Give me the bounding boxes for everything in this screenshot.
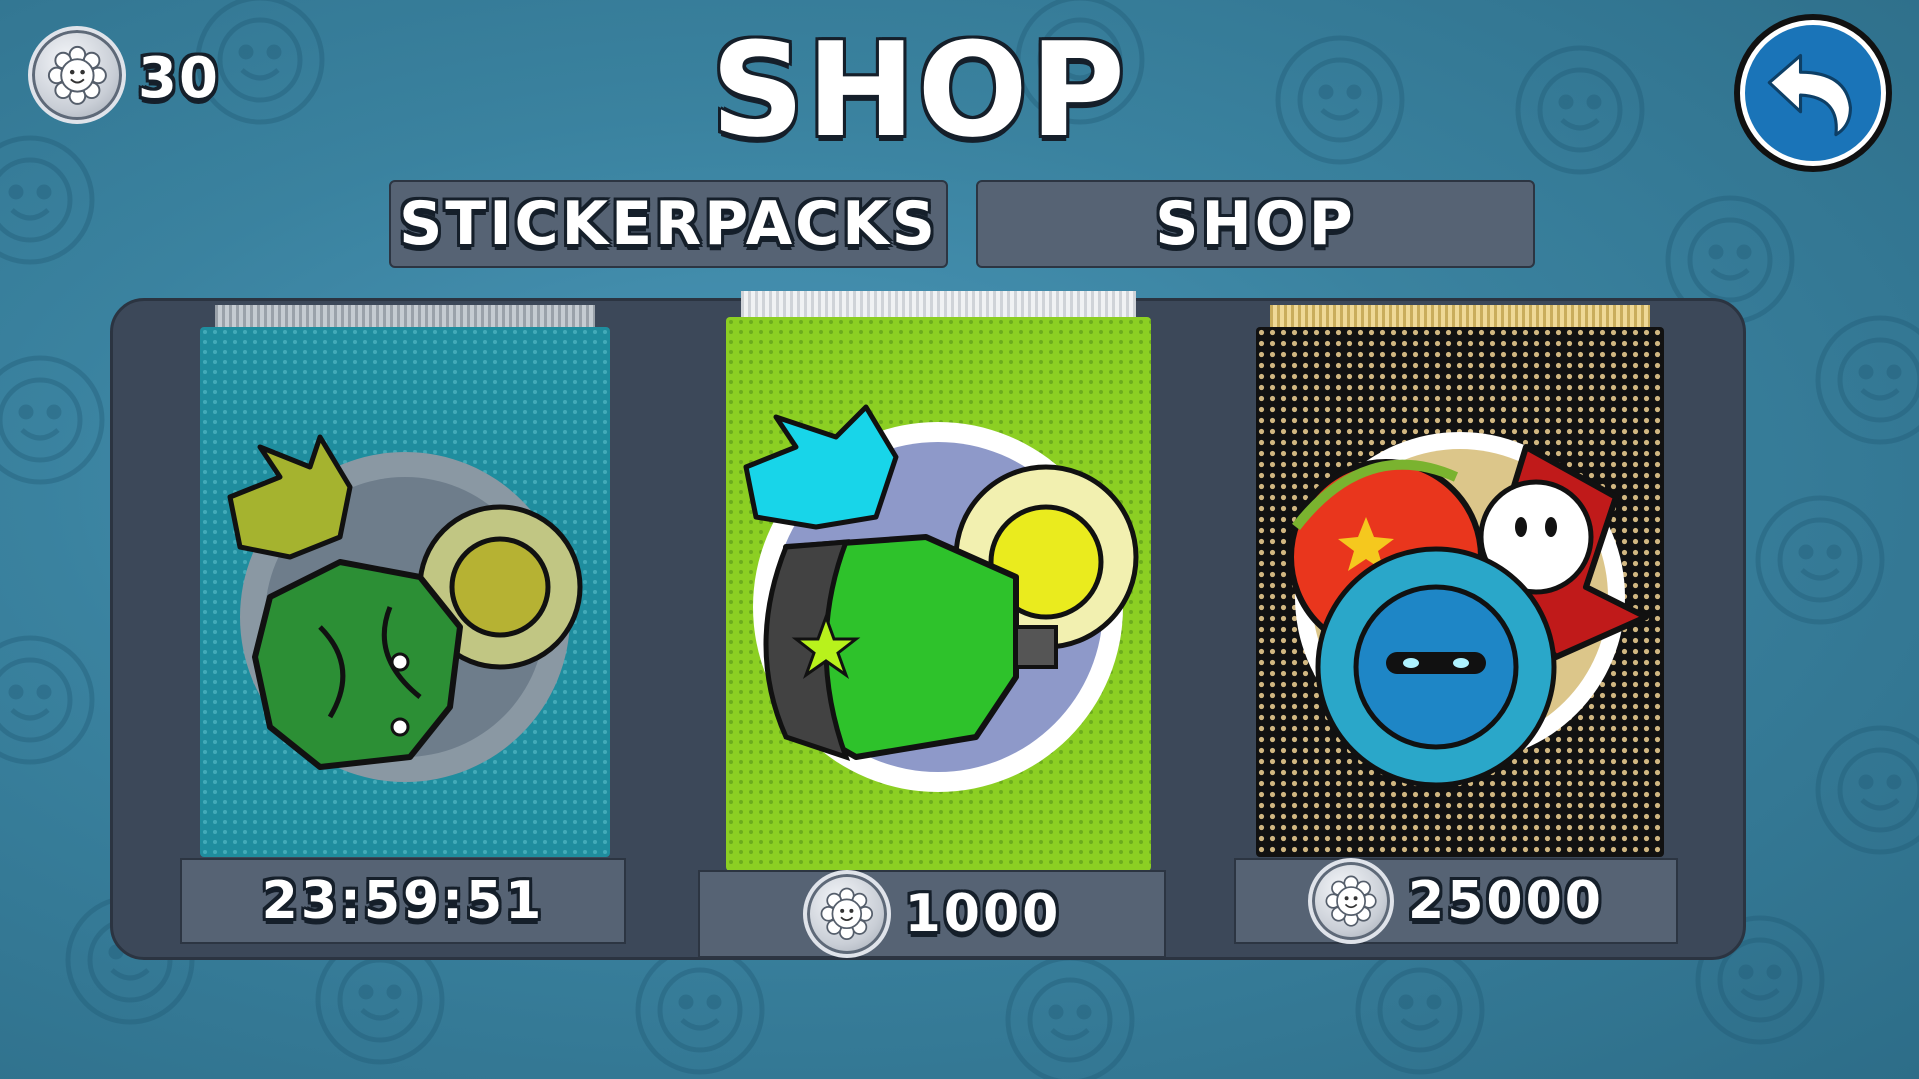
standard-pack[interactable] bbox=[200, 305, 610, 857]
pack-crimp bbox=[741, 291, 1136, 319]
tab-shop[interactable]: SHOP bbox=[976, 180, 1535, 268]
tab-stickerpacks[interactable]: STICKERPACKS bbox=[389, 180, 948, 268]
flower-coin-icon bbox=[1308, 858, 1395, 944]
flower-coin-icon bbox=[802, 870, 891, 958]
pack-timer: 23:59:51 bbox=[180, 858, 626, 944]
pack-body bbox=[726, 317, 1151, 871]
pack-art bbox=[1256, 327, 1664, 857]
back-arrow-icon bbox=[1767, 54, 1852, 137]
back-button[interactable] bbox=[1734, 14, 1892, 172]
green-pack[interactable] bbox=[726, 291, 1151, 871]
page-title: SHOP bbox=[710, 14, 1128, 166]
pack-body bbox=[200, 327, 610, 857]
pack-price[interactable]: 25000 bbox=[1234, 858, 1678, 944]
timer-text: 23:59:51 bbox=[261, 871, 545, 931]
pack-body bbox=[1256, 327, 1664, 857]
pack-price[interactable]: 1000 bbox=[698, 870, 1166, 958]
pack-art bbox=[200, 327, 610, 857]
pack-art bbox=[726, 317, 1151, 871]
price-text: 1000 bbox=[904, 884, 1062, 944]
price-text: 25000 bbox=[1408, 871, 1604, 931]
gold-pack[interactable] bbox=[1256, 305, 1664, 857]
